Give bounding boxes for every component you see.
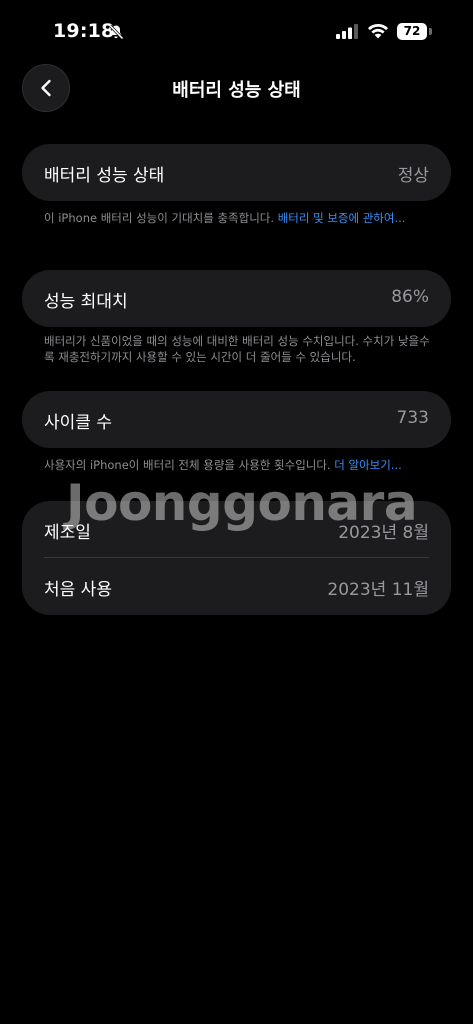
learn-more-link[interactable]: 더 알아보기... xyxy=(334,458,402,472)
battery-health-value: 정상 xyxy=(397,166,429,186)
status-time: 19:18 xyxy=(53,20,115,42)
cycle-count-footnote-text: 사용자의 iPhone이 배터리 전체 용량을 사용한 횟수입니다. xyxy=(44,458,335,472)
battery-health-card: 배터리 성능 상태 정상 xyxy=(22,144,451,201)
battery-health-row: 배터리 성능 상태 정상 xyxy=(22,144,451,201)
max-capacity-card: 성능 최대치 86% xyxy=(22,270,451,327)
battery-cap xyxy=(429,28,432,35)
cycle-count-footnote: 사용자의 iPhone이 배터리 전체 용량을 사용한 횟수입니다. 더 알아보… xyxy=(44,457,434,473)
max-capacity-label: 성능 최대치 xyxy=(44,292,128,312)
cycle-count-value: 733 xyxy=(396,408,429,428)
max-capacity-footnote: 배터리가 신품이었을 때의 성능에 대비한 배터리 성능 수치입니다. 수치가 … xyxy=(44,334,430,364)
cycle-count-row: 사이클 수 733 xyxy=(22,391,451,448)
battery-health-label: 배터리 성능 상태 xyxy=(44,166,165,186)
cycle-count-label: 사이클 수 xyxy=(44,413,112,433)
watermark: Joonggonara xyxy=(66,474,418,532)
cellular-signal-icon xyxy=(336,24,358,39)
battery-health-footnote: 이 iPhone 배터리 성능이 기대치를 충족합니다. 배터리 및 보증에 관… xyxy=(44,210,434,226)
wifi-icon xyxy=(368,23,388,39)
first-use-row: 처음 사용 2023년 11월 xyxy=(22,558,451,615)
max-capacity-row: 성능 최대치 86% xyxy=(22,270,451,327)
battery-icon: 72 xyxy=(397,23,433,41)
page-title: 배터리 성능 상태 xyxy=(172,80,301,101)
battery-level: 72 xyxy=(397,23,427,40)
cycle-count-card: 사이클 수 733 xyxy=(22,391,451,448)
battery-health-footnote-text: 이 iPhone 배터리 성능이 기대치를 충족합니다. xyxy=(44,211,278,225)
first-use-value: 2023년 11월 xyxy=(327,580,429,600)
bell-slash-icon xyxy=(108,24,124,40)
battery-warranty-link[interactable]: 배터리 및 보증에 관하여... xyxy=(278,211,406,225)
first-use-label: 처음 사용 xyxy=(44,580,112,600)
max-capacity-value: 86% xyxy=(391,287,429,307)
status-bar: 19:18 72 xyxy=(0,0,473,62)
